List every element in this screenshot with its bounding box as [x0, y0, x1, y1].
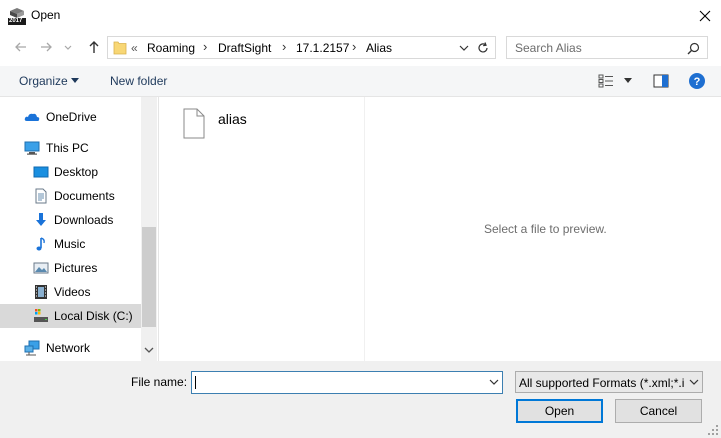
caret-down-icon[interactable] [71, 78, 79, 83]
search-icon[interactable] [687, 42, 700, 55]
nav-item-onedrive[interactable]: OneDrive [0, 105, 141, 129]
resize-grip-icon[interactable] [708, 425, 719, 436]
nav-label: Downloads [54, 213, 114, 227]
file-type-value: All supported Formats (*.xml;*.i [519, 376, 685, 390]
desktop-icon [33, 164, 49, 180]
app-icon-badge: 2017 [9, 18, 23, 24]
file-name-dropdown-chevron-icon[interactable] [489, 379, 499, 386]
scrollbar-thumb[interactable] [142, 227, 156, 327]
cloud-icon [24, 109, 40, 125]
organize-button[interactable]: Organize [19, 74, 68, 88]
breadcrumb-version[interactable]: 17.1.2157 [296, 41, 349, 55]
caret-down-icon[interactable] [624, 78, 632, 83]
nav-label: Music [54, 237, 86, 251]
nav-item-pictures[interactable]: Pictures [0, 256, 141, 280]
nav-item-this-pc[interactable]: This PC [0, 136, 141, 160]
preview-pane-icon[interactable] [653, 74, 669, 88]
music-note-icon [33, 236, 49, 252]
up-arrow-icon[interactable] [85, 38, 103, 56]
breadcrumb-draftsight[interactable]: DraftSight [218, 41, 271, 55]
nav-item-network[interactable]: Network [0, 336, 141, 360]
cancel-button[interactable]: Cancel [615, 399, 702, 423]
file-name: alias [218, 111, 247, 127]
file-type-select[interactable]: All supported Formats (*.xml;*.i [515, 371, 703, 393]
network-icon [24, 340, 40, 356]
nav-label: Desktop [54, 165, 99, 179]
title-bar: 2017 Open [0, 0, 721, 32]
breadcrumb-alias[interactable]: Alias [366, 41, 392, 55]
breadcrumb-roaming[interactable]: Roaming [147, 41, 195, 55]
address-bar[interactable]: « Roaming › DraftSight › 17.1.2157 › Ali… [107, 36, 496, 59]
window-title: Open [31, 8, 61, 22]
search-placeholder: Search Alias [515, 41, 582, 55]
documents-icon [33, 188, 49, 204]
nav-label: Local Disk (C:) [54, 309, 133, 323]
preview-pane: Select a file to preview. [364, 97, 721, 361]
nav-label: Pictures [54, 261, 98, 275]
file-item[interactable]: alias [182, 108, 302, 142]
file-name-label: File name: [131, 375, 188, 389]
nav-item-documents[interactable]: Documents [0, 184, 141, 208]
file-name-input[interactable] [191, 371, 503, 394]
search-input[interactable]: Search Alias [506, 36, 708, 59]
drive-icon [33, 308, 49, 324]
scroll-down-chevron-icon[interactable] [144, 346, 154, 354]
address-dropdown-chevron-icon[interactable] [458, 43, 470, 53]
back-arrow-icon[interactable] [12, 38, 30, 56]
download-arrow-icon [33, 212, 49, 228]
nav-label: Network [46, 341, 91, 355]
nav-item-local-disk[interactable]: Local Disk (C:) [0, 304, 141, 328]
help-icon[interactable]: ? [689, 73, 705, 89]
pictures-icon [33, 260, 49, 276]
recent-locations-chevron-icon[interactable] [62, 38, 74, 56]
film-icon [33, 284, 49, 300]
close-icon[interactable] [695, 6, 715, 26]
forward-arrow-icon[interactable] [37, 38, 55, 56]
svg-text:?: ? [694, 76, 701, 88]
draftsight-app-icon: 2017 [8, 7, 26, 25]
text-caret [195, 376, 196, 389]
breadcrumb-overflow[interactable]: « [131, 41, 138, 55]
refresh-icon[interactable] [476, 41, 490, 55]
preview-message: Select a file to preview. [484, 222, 607, 236]
computer-icon [24, 140, 40, 156]
nav-item-music[interactable]: Music [0, 232, 141, 256]
toolbar: Organize New folder ? [0, 66, 721, 97]
breadcrumb-separator[interactable]: › [352, 39, 356, 54]
nav-item-downloads[interactable]: Downloads [0, 208, 141, 232]
nav-item-desktop[interactable]: Desktop [0, 160, 141, 184]
nav-label: Videos [54, 285, 91, 299]
open-button[interactable]: Open [516, 399, 603, 423]
file-type-dropdown-chevron-icon[interactable] [689, 379, 699, 386]
nav-item-videos[interactable]: Videos [0, 280, 141, 304]
dialog-footer: File name: All supported Formats (*.xml;… [0, 361, 721, 438]
blank-file-icon [182, 108, 206, 139]
nav-label: Documents [54, 189, 115, 203]
new-folder-button[interactable]: New folder [110, 74, 167, 88]
view-options-icon[interactable] [598, 74, 614, 88]
breadcrumb-separator[interactable]: › [282, 39, 286, 54]
navigation-pane: OneDrive This PC Desktop Documents Downl… [0, 97, 157, 361]
nav-label: This PC [46, 141, 89, 155]
breadcrumb-separator[interactable]: › [203, 39, 207, 54]
folder-icon [113, 40, 127, 55]
nav-label: OneDrive [46, 110, 97, 124]
